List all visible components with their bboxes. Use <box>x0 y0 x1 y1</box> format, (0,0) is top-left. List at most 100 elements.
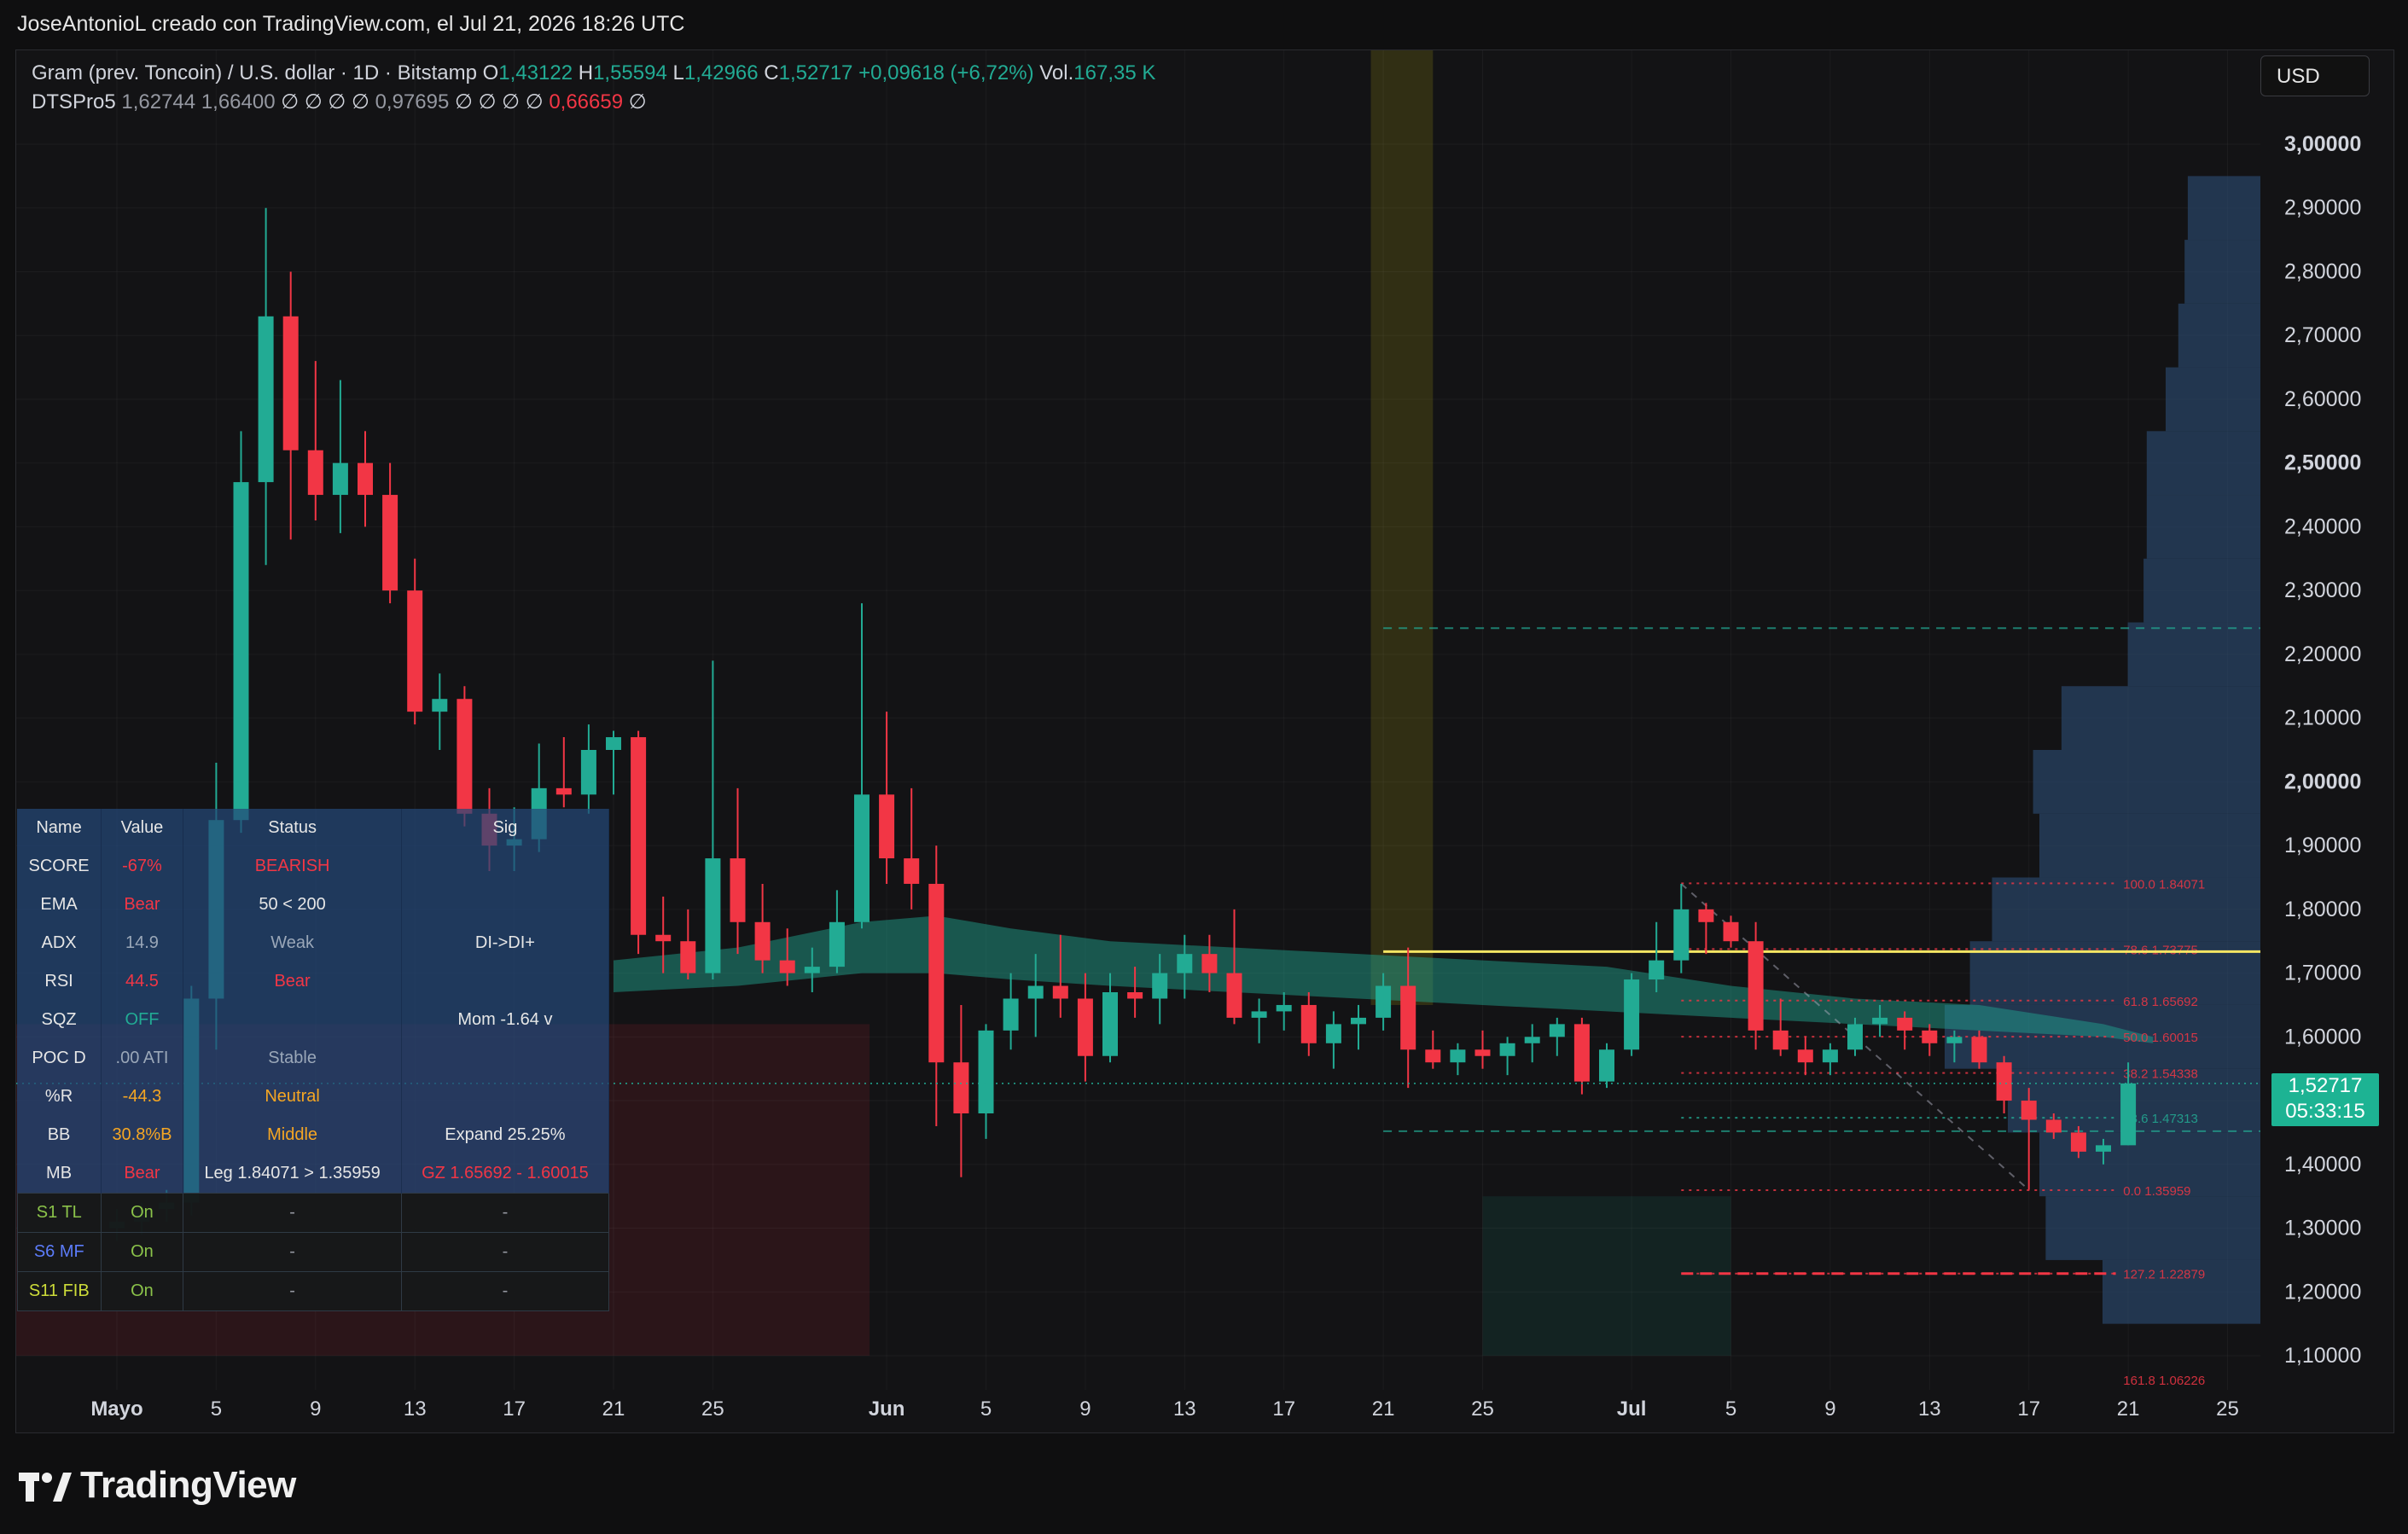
indicator-value-4: 0,66659 <box>549 90 624 113</box>
last-price-label: 1,52717 05:33:15 <box>2271 1073 2379 1126</box>
volume-profile-bar <box>2039 813 2260 878</box>
y-axis-label: 2,10000 <box>2284 706 2361 730</box>
candle-body <box>1847 1024 1863 1050</box>
candle-body <box>457 699 473 814</box>
currency-selector[interactable]: USD <box>2260 55 2370 96</box>
y-axis-label: 2,80000 <box>2284 259 2361 283</box>
col-name: Name <box>17 809 102 847</box>
tradingview-logo-icon <box>19 1473 72 1502</box>
x-axis-label: Jul <box>1617 1397 1647 1421</box>
row-value: Bear <box>101 886 184 924</box>
row-name: ADX <box>17 924 102 962</box>
y-axis-label: 2,40000 <box>2284 514 2361 538</box>
candle-body <box>879 794 895 859</box>
strategy-col4: - <box>400 1271 610 1311</box>
symbol-title[interactable]: Gram (prev. Toncoin) / U.S. dollar · 1D … <box>32 61 477 84</box>
candle-body <box>1052 985 1068 999</box>
strategy-col4: - <box>400 1232 610 1272</box>
row-sig <box>401 847 610 886</box>
candle-body <box>358 462 373 496</box>
row-name: EMA <box>17 886 102 924</box>
candle-body <box>2021 1101 2037 1120</box>
strategy-row: S6 MF On - - <box>17 1232 610 1272</box>
volume-profile-bar <box>2045 1196 2260 1260</box>
candle-body <box>680 941 696 973</box>
status-row: SCORE -67% BEARISH <box>17 847 610 886</box>
candle-body <box>1897 1017 1913 1031</box>
strategy-name: S1 TL <box>17 1193 102 1233</box>
candle-body <box>655 934 672 942</box>
y-axis-label: 2,60000 <box>2284 387 2361 411</box>
candle-body <box>1599 1049 1614 1082</box>
y-axis-label: 2,00000 <box>2284 770 2361 793</box>
row-value: Bear <box>101 1154 184 1194</box>
y-axis-label: 2,70000 <box>2284 323 2361 347</box>
row-name: SQZ <box>17 1001 102 1039</box>
candle-body <box>233 482 249 821</box>
x-axis-label: 9 <box>310 1397 321 1421</box>
high-value: 1,55594 <box>593 61 667 84</box>
open-value: 1,43122 <box>498 61 573 84</box>
row-sig: Mom -1.64 v <box>401 1001 610 1039</box>
col-status: Status <box>183 809 402 847</box>
row-status: BEARISH <box>183 847 402 886</box>
candle-body <box>1152 973 1168 999</box>
candle-body <box>432 699 448 712</box>
status-row: BB 30.8%B Middle Expand 25.25% <box>17 1116 610 1154</box>
y-axis-label: 3,00000 <box>2284 132 2361 156</box>
row-sig: DI->DI+ <box>401 924 610 962</box>
row-name: %R <box>17 1078 102 1116</box>
candle-body <box>258 316 274 483</box>
candle-body <box>407 590 423 712</box>
candle-body <box>307 450 323 496</box>
candle-body <box>928 883 945 1063</box>
y-axis-label: 1,60000 <box>2284 1025 2361 1049</box>
x-axis-label: 17 <box>2017 1397 2040 1421</box>
candle-body <box>1226 973 1242 1018</box>
candle-body <box>754 921 771 961</box>
status-row: ADX 14.9 Weak DI->DI+ <box>17 924 610 962</box>
row-sig <box>401 1039 610 1078</box>
candle-body <box>2070 1132 2086 1152</box>
row-name: RSI <box>17 962 102 1001</box>
volume-profile-bar <box>2178 303 2260 368</box>
candle-body <box>1300 1004 1317 1043</box>
volume-profile-bar <box>2146 431 2260 496</box>
strategy-row: S11 FIB On - - <box>17 1271 610 1311</box>
last-price-value: 1,52717 <box>2288 1074 2363 1097</box>
candle-body <box>1524 1037 1540 1043</box>
x-axis-label: Mayo <box>90 1397 143 1421</box>
row-status <box>183 1001 402 1039</box>
candle-body <box>1673 909 1690 961</box>
strategy-col3: - <box>183 1193 402 1233</box>
candle-body <box>1549 1024 1565 1037</box>
strategy-row: S1 TL On - - <box>17 1193 610 1233</box>
x-axis-label: 9 <box>1079 1397 1091 1421</box>
volume-profile-bar <box>2187 176 2260 241</box>
row-value: OFF <box>101 1001 184 1039</box>
candle-body <box>1325 1024 1341 1043</box>
x-axis-label: 21 <box>2117 1397 2140 1421</box>
high-label: H <box>578 61 594 84</box>
status-row: RSI 44.5 Bear <box>17 962 610 1001</box>
status-row: EMA Bear 50 < 200 <box>17 886 610 924</box>
strategy-state: On <box>100 1193 184 1233</box>
bar-countdown: 05:33:15 <box>2285 1100 2365 1123</box>
candle-body <box>1698 909 1714 922</box>
row-status: Leg 1.84071 > 1.35959 <box>183 1154 402 1194</box>
indicator-name[interactable]: DTSPro5 <box>32 90 116 113</box>
candle-body <box>1971 1037 1987 1063</box>
indicator-value-2: 1,66400 <box>201 90 276 113</box>
status-row: MB Bear Leg 1.84071 > 1.35959 GZ 1.65692 - … <box>17 1154 610 1194</box>
volume-profile-bar <box>2127 622 2260 687</box>
strategy-name: S6 MF <box>17 1232 102 1272</box>
y-axis-label: 2,90000 <box>2284 196 2361 220</box>
row-sig: Expand 25.25% <box>401 1116 610 1154</box>
x-axis-label: 9 <box>1824 1397 1835 1421</box>
volume-label: Vol. <box>1039 61 1074 84</box>
x-axis-label: 25 <box>1471 1397 1494 1421</box>
candle-body <box>1276 1004 1292 1012</box>
x-axis-label: 21 <box>1372 1397 1395 1421</box>
x-axis-label: 25 <box>2216 1397 2239 1421</box>
candle-body <box>1425 1049 1441 1063</box>
